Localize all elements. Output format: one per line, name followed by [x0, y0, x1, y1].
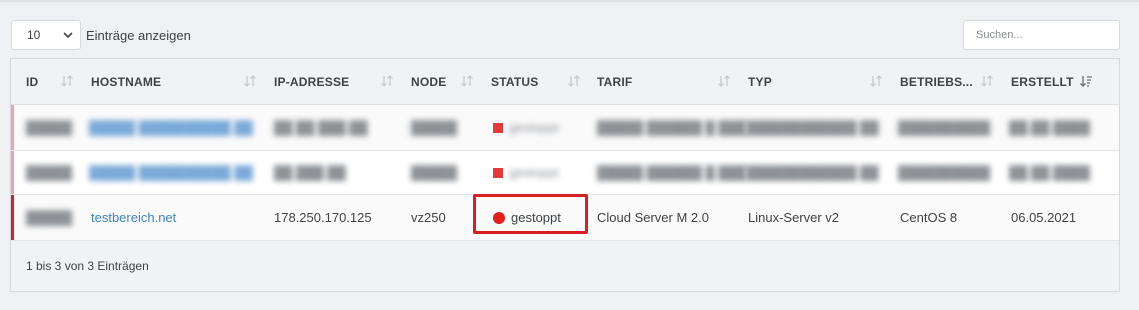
- column-header-node[interactable]: NODE: [411, 59, 446, 105]
- column-header-typ[interactable]: TYP: [748, 59, 772, 105]
- cell-ip: 178.250.170.125: [274, 210, 372, 225]
- column-header-id[interactable]: ID: [26, 59, 38, 105]
- cell-os: CentOS 8: [900, 210, 958, 225]
- hostname-link[interactable]: testbereich.net: [91, 210, 176, 225]
- redacted-typ: ████████████ ██: [746, 165, 879, 180]
- cell-id: █████: [26, 151, 72, 194]
- entries-per-page-value: 10: [27, 28, 41, 42]
- search-input[interactable]: [963, 20, 1120, 50]
- sort-icon[interactable]: [717, 73, 731, 89]
- cell-status: gestoppt: [493, 151, 559, 194]
- sort-icon[interactable]: [460, 73, 474, 89]
- redacted-created: ██.██.████: [1009, 165, 1090, 180]
- column-header-hostname[interactable]: HOSTNAME: [91, 59, 161, 105]
- cell-typ: ████████████ ██: [746, 151, 879, 194]
- entries-per-page-label: Einträge anzeigen: [86, 27, 191, 43]
- cell-hostname[interactable]: testbereich.net: [91, 195, 176, 240]
- column-header-ip[interactable]: IP-ADRESSE: [274, 59, 349, 105]
- cell-ip: ██.███.██: [274, 151, 346, 194]
- cell-status: gestoppt: [493, 105, 559, 150]
- cell-created: ██.██.████: [1009, 105, 1090, 150]
- cell-created: 06.05.2021: [1011, 210, 1077, 225]
- sort-icon[interactable]: [243, 73, 257, 89]
- redacted-created: ██.██.████: [1009, 120, 1090, 135]
- redacted-ip: ██.██ ███.██: [274, 120, 368, 135]
- length-control: 10 Einträge anzeigen: [11, 20, 191, 50]
- cell-id: █████: [26, 105, 72, 150]
- status-stopped-icon: [493, 122, 503, 133]
- cell-hostname[interactable]: █████ ██████████.██: [89, 151, 253, 194]
- redacted-hostname: █████ ██████████.██: [89, 120, 253, 135]
- cell-node: █████: [411, 105, 457, 150]
- cell-os: ██████████: [898, 105, 990, 150]
- redacted-typ: ████████████ ██: [746, 120, 879, 135]
- sort-icon[interactable]: [380, 73, 394, 89]
- sort-icon[interactable]: [567, 73, 581, 89]
- cell-node: vz250: [411, 210, 446, 225]
- redacted-hostname: █████ ██████████.██: [89, 165, 253, 180]
- redacted-os: ██████████: [898, 165, 991, 180]
- cell-created: ██.██.████: [1009, 151, 1090, 194]
- redacted-ip: ██.███.██: [274, 165, 346, 180]
- redacted-tarif: █████ ██████ █ ███: [597, 165, 746, 180]
- redacted-id: █████: [26, 165, 73, 180]
- cell-typ: Linux-Server v2: [748, 210, 840, 225]
- column-header-tarif[interactable]: TARIF: [597, 59, 632, 105]
- redacted-tarif: █████ ██████ █ ███: [597, 120, 746, 135]
- sort-desc-icon[interactable]: [1079, 73, 1093, 89]
- sort-icon[interactable]: [980, 73, 994, 89]
- redacted-node: █████: [411, 165, 458, 180]
- cell-hostname[interactable]: █████ ██████████.██: [89, 105, 253, 150]
- table-row[interactable]: █████ █████ ██████████.██ ██.██ ███.██ █…: [11, 105, 1119, 151]
- row-status-marker: [11, 151, 14, 194]
- cell-typ: ████████████ ██: [746, 105, 879, 150]
- redacted-os: ██████████: [898, 120, 991, 135]
- entries-per-page-select[interactable]: 10: [11, 20, 81, 50]
- sort-icon[interactable]: [869, 73, 883, 89]
- table-info: 1 bis 3 von 3 Einträgen: [11, 241, 1119, 291]
- table-row[interactable]: █████ █████ ██████████.██ ██.███.██ ████…: [11, 151, 1119, 195]
- column-header-status[interactable]: STATUS: [491, 59, 538, 105]
- cell-tarif: █████ ██████ █ ███: [597, 105, 746, 150]
- row-status-marker: [11, 195, 14, 240]
- column-header-created[interactable]: ERSTELLT: [1011, 59, 1074, 105]
- servers-table: ID HOSTNAME IP-ADRESSE NODE STATUS TARIF…: [10, 58, 1120, 292]
- status-stopped-icon: [493, 167, 503, 178]
- cell-ip: ██.██ ███.██: [274, 105, 368, 150]
- column-header-os[interactable]: BETRIEBS...: [900, 59, 973, 105]
- redacted-id: █████: [26, 120, 73, 135]
- cell-id: █████: [26, 195, 72, 240]
- redacted-id: █████: [26, 210, 73, 225]
- chevron-down-icon: [63, 32, 73, 39]
- cell-node: █████: [411, 151, 457, 194]
- sort-icon[interactable]: [60, 73, 74, 89]
- cell-tarif: Cloud Server M 2.0: [597, 210, 709, 225]
- redacted-node: █████: [411, 120, 458, 135]
- top-divider: [0, 0, 1139, 2]
- table-header: ID HOSTNAME IP-ADRESSE NODE STATUS TARIF…: [11, 59, 1119, 105]
- cell-tarif: █████ ██████ █ ███: [597, 151, 746, 194]
- row-status-marker: [11, 105, 14, 150]
- cell-os: ██████████: [898, 151, 990, 194]
- status-highlight-box: [473, 194, 588, 234]
